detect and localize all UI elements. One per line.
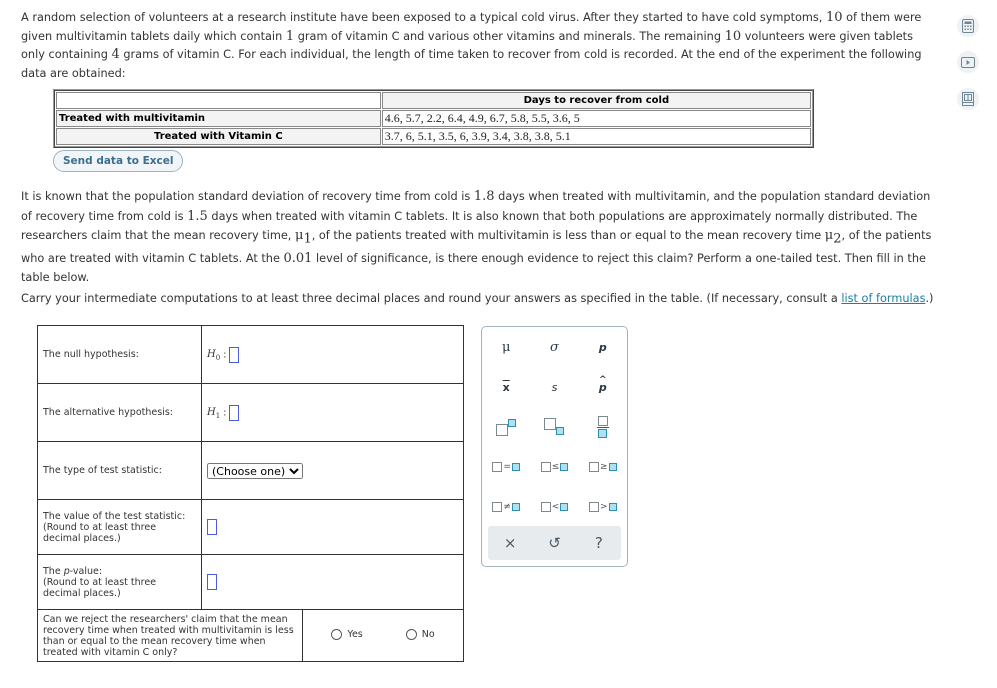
equals-button[interactable]: = — [482, 447, 530, 487]
radio-circle-icon — [331, 628, 343, 640]
yes-radio[interactable]: Yes — [331, 628, 363, 640]
problem-question: It is known that the population standard… — [21, 189, 932, 285]
row-values-multivitamin: 4.6, 5.7, 2.2, 6.4, 4.9, 6.7, 5.8, 5.5, … — [381, 110, 811, 127]
null-hypothesis-label: The null hypothesis: — [37, 325, 202, 384]
p-value-row: The p-value: (Round to at least three de… — [37, 554, 464, 610]
calculator-button[interactable] — [957, 15, 979, 37]
table-row: Treated with multivitamin 4.6, 5.7, 2.2,… — [56, 110, 811, 127]
mu-button[interactable]: μ — [482, 327, 530, 367]
clear-button[interactable]: × — [488, 526, 532, 560]
row-label-multivitamin: Treated with multivitamin — [56, 110, 381, 127]
p-value-cell — [201, 554, 464, 610]
undo-button[interactable]: ↺ — [532, 526, 576, 560]
video-button[interactable] — [957, 51, 979, 73]
data-table-header-row: Days to recover from cold — [56, 92, 811, 109]
math-symbol-palette: μ σ p x s ^ p = ≤ ≥ ≠ < > × ↺ ? — [481, 326, 628, 567]
h1-symbol: H1 — [207, 407, 221, 420]
greater-equal-button[interactable]: ≥ — [579, 447, 627, 487]
s-button[interactable]: s — [530, 367, 578, 407]
reject-claim-choices: Yes No — [302, 609, 464, 662]
palette-actions: × ↺ ? — [488, 526, 621, 560]
radio-circle-icon — [405, 628, 417, 640]
fraction-button[interactable] — [579, 407, 627, 447]
days-header: Days to recover from cold — [381, 92, 811, 109]
empty-header-cell — [56, 92, 381, 109]
palette-grid: μ σ p x s ^ p = ≤ ≥ ≠ < > — [482, 327, 627, 527]
superscript-box-icon — [508, 419, 517, 427]
video-play-icon — [961, 56, 975, 68]
null-hypothesis-row: The null hypothesis: H0 : — [37, 325, 464, 384]
recovery-data-table: Days to recover from cold Treated with m… — [53, 89, 814, 148]
not-equal-button[interactable]: ≠ — [482, 487, 530, 527]
book-icon — [962, 92, 974, 106]
alternative-hypothesis-row: The alternative hypothesis: H1 : — [37, 383, 464, 442]
test-type-label: The type of test statistic: — [37, 441, 202, 500]
test-type-row: The type of test statistic: (Choose one) — [37, 441, 464, 500]
null-hypothesis-input[interactable] — [229, 346, 240, 363]
base-box-icon — [496, 424, 509, 436]
fraction-bar-icon — [596, 427, 609, 428]
calculator-icon — [962, 19, 974, 33]
p-value-input[interactable] — [207, 574, 217, 590]
base-box-icon — [544, 418, 557, 430]
help-button[interactable]: ? — [577, 526, 621, 560]
answer-table: The null hypothesis: H0 : The alternativ… — [36, 325, 464, 662]
p-value-label: The p-value: (Round to at least three de… — [37, 554, 202, 610]
superscript-button[interactable] — [482, 407, 530, 447]
subscript-button[interactable] — [530, 407, 578, 447]
row-label-vitamin-c: Treated with Vitamin C — [56, 128, 381, 145]
send-data-to-excel-button[interactable]: Send data to Excel — [53, 150, 184, 172]
textbook-button[interactable] — [957, 88, 979, 110]
test-statistic-row: The value of the test statistic: (Round … — [37, 499, 464, 555]
problem-intro: A random selection of volunteers at a re… — [21, 10, 922, 80]
null-hypothesis-cell: H0 : — [201, 325, 464, 384]
alternative-hypothesis-label: The alternative hypothesis: — [37, 383, 202, 442]
test-type-cell: (Choose one) — [201, 441, 464, 500]
subscript-box-icon — [556, 427, 565, 435]
reject-claim-question: Can we reject the researchers' claim tha… — [36, 609, 304, 662]
no-radio[interactable]: No — [405, 628, 435, 640]
greater-than-button[interactable]: > — [579, 487, 627, 527]
p-button[interactable]: p — [579, 327, 627, 367]
x-bar-button[interactable]: x — [482, 367, 530, 407]
p-hat-button[interactable]: ^ p — [579, 367, 627, 407]
test-statistic-input[interactable] — [207, 519, 217, 535]
numerator-box-icon — [597, 416, 608, 426]
denominator-box-icon — [598, 429, 608, 438]
test-type-select[interactable]: (Choose one) — [207, 462, 303, 479]
h0-symbol: H0 — [207, 349, 221, 362]
reject-claim-row: Can we reject the researchers' claim tha… — [36, 609, 464, 662]
row-values-vitamin-c: 3.7, 6, 5.1, 3.5, 6, 3.9, 3.4, 3.8, 3.8,… — [381, 128, 811, 145]
alternative-hypothesis-cell: H1 : — [201, 383, 464, 442]
sigma-button[interactable]: σ — [530, 327, 578, 367]
alternative-hypothesis-input[interactable] — [229, 404, 240, 421]
table-row: Treated with Vitamin C 3.7, 6, 5.1, 3.5,… — [56, 128, 811, 145]
list-of-formulas-link[interactable]: list of formulas — [841, 292, 925, 305]
less-equal-button[interactable]: ≤ — [530, 447, 578, 487]
test-statistic-cell — [201, 499, 464, 555]
test-statistic-label: The value of the test statistic: (Round … — [37, 499, 202, 555]
less-than-button[interactable]: < — [530, 487, 578, 527]
hat-icon: ^ — [599, 375, 607, 385]
instructions: Carry your intermediate computations to … — [21, 292, 934, 305]
